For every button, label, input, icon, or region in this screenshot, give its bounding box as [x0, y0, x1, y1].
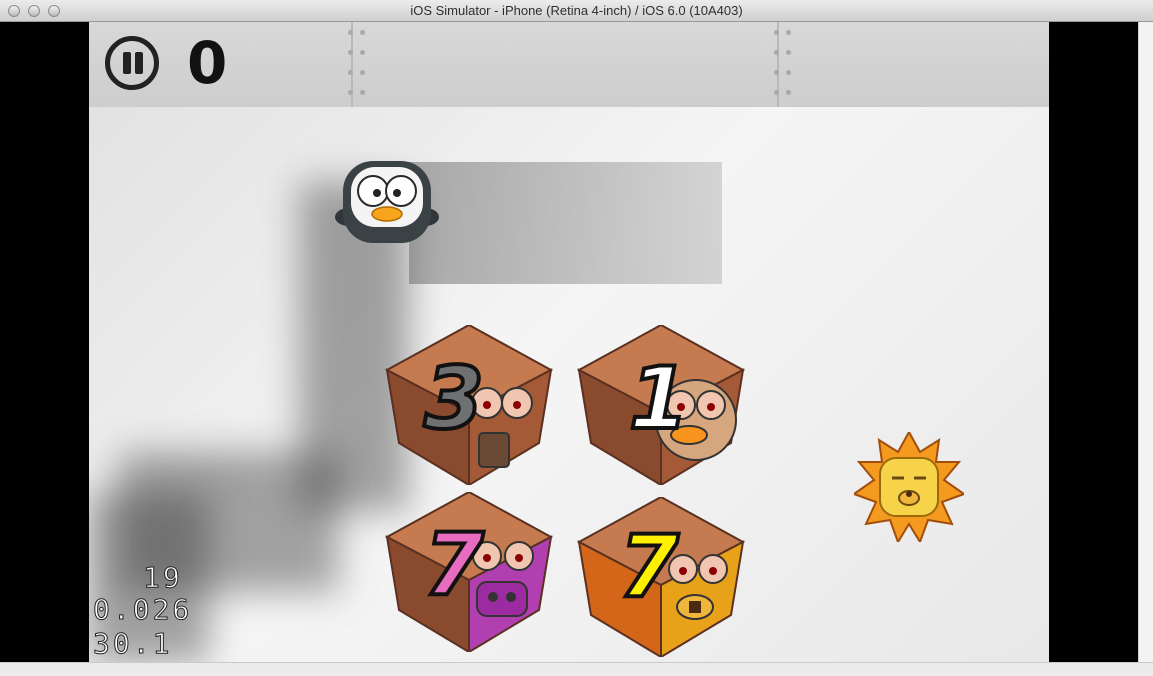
rivet-strip [357, 22, 371, 107]
simulator-screen: 0 3 1 7 7 19 0.026 30.1 [0, 22, 1138, 662]
window-title: iOS Simulator - iPhone (Retina 4-inch) /… [410, 3, 743, 18]
debug-line-1: 19 [143, 561, 183, 594]
rivet-strip [783, 22, 797, 107]
window-scrollbar[interactable] [1138, 22, 1153, 662]
debug-line-2: 0.026 [92, 593, 193, 626]
crate-number: 7 [617, 517, 681, 617]
lion-character[interactable] [854, 432, 964, 542]
window-bottom-edge [0, 662, 1153, 676]
crate-number: 3 [422, 349, 486, 449]
crate-number: 1 [627, 349, 691, 449]
hud-bar: 0 [89, 22, 1049, 107]
crate-number: 7 [422, 515, 486, 615]
pause-button[interactable] [105, 36, 159, 90]
window-titlebar: iOS Simulator - iPhone (Retina 4-inch) /… [0, 0, 1153, 22]
pause-icon [123, 52, 131, 74]
debug-line-3: 30.1 [92, 627, 173, 660]
shadow-panel [409, 162, 722, 284]
score-counter: 0 [187, 29, 228, 97]
penguin-character[interactable] [329, 157, 444, 247]
game-canvas[interactable]: 0 3 1 7 7 19 0.026 30.1 [89, 22, 1049, 662]
